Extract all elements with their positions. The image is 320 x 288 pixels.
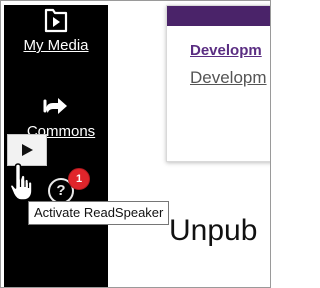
sidebar-item-label[interactable]: My Media [4, 37, 108, 54]
notification-badge: 1 [68, 168, 90, 190]
card-title-link[interactable]: Developm [190, 42, 262, 59]
card-color-bar [167, 6, 270, 26]
screenshot-frame: Developm Developm Unpub My Media Commons… [0, 0, 271, 288]
sidebar-item-my-media[interactable]: My Media [4, 7, 108, 54]
folder-play-icon [44, 8, 68, 33]
page-heading: Unpub [169, 214, 258, 247]
hand-cursor-icon [9, 163, 33, 201]
share-arrow-icon [43, 98, 67, 114]
readspeaker-tooltip: Activate ReadSpeaker [28, 201, 170, 225]
card-subtitle-link[interactable]: Developm [190, 68, 267, 88]
play-icon [22, 144, 33, 156]
course-card[interactable]: Developm Developm [166, 5, 270, 162]
